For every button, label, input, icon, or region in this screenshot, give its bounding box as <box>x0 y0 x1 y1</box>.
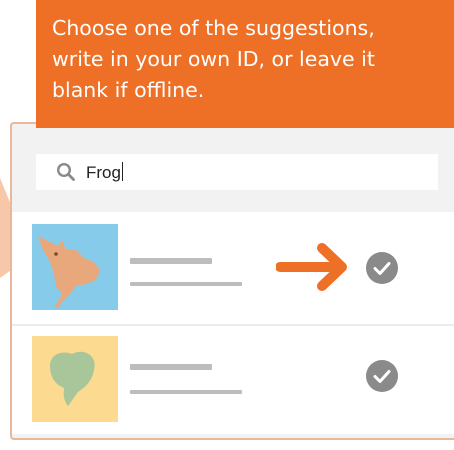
suggestion-subtitle-placeholder <box>130 390 242 394</box>
instruction-line: write in your own ID, or leave it <box>52 47 375 71</box>
arrow-right-icon <box>276 243 347 291</box>
instruction-line: Choose one of the suggestions, <box>52 16 375 40</box>
search-input[interactable]: Frog <box>86 161 124 183</box>
instruction-line: blank if offline. <box>52 78 205 102</box>
suggestion-item[interactable] <box>12 326 454 434</box>
suggestion-title-placeholder <box>130 364 212 370</box>
search-bar[interactable]: Frog <box>36 154 438 190</box>
check-circle-icon[interactable] <box>366 252 398 284</box>
check-circle-icon[interactable] <box>366 360 398 392</box>
suggestion-subtitle-placeholder <box>130 282 242 286</box>
suggestion-title-placeholder <box>130 258 212 264</box>
phone-screen: Frog <box>10 122 454 440</box>
suggestion-item[interactable] <box>12 212 454 326</box>
instruction-banner: Choose one of the suggestions, write in … <box>36 0 454 128</box>
suggestion-list <box>12 212 454 434</box>
text-caret <box>121 161 124 181</box>
tutorial-screen: Frog Choose one of the suggestions, writ… <box>0 0 454 450</box>
bird-thumbnail <box>32 224 118 310</box>
leaf-thumbnail <box>32 336 118 422</box>
search-icon <box>56 162 75 181</box>
